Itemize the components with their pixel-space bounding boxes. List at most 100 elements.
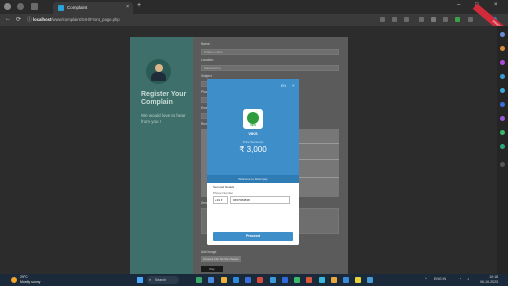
start-button[interactable]: [137, 277, 143, 283]
xampp-icon[interactable]: [331, 277, 337, 283]
excel-icon[interactable]: [294, 277, 300, 283]
add-icon[interactable]: [500, 162, 505, 167]
title-bar: Complaint × + – □ ×: [0, 0, 508, 14]
location-label: Location:: [201, 58, 214, 62]
merchant-logo: VIKS: [243, 109, 263, 129]
edge-sidebar: [497, 26, 508, 274]
drop-icon[interactable]: [500, 130, 505, 135]
tab-title: Complaint: [67, 5, 88, 10]
no-file-text: No file chosen: [219, 257, 239, 261]
welcome-strip: Welcome to Razorpay: [207, 175, 299, 183]
url-host: localhost: [33, 17, 52, 22]
url-input[interactable]: localhost/www/complaint/SIH/Front_page.p…: [33, 16, 373, 24]
favorites-icon[interactable]: [431, 17, 436, 22]
secured-details-label: Secured Details: [213, 185, 235, 189]
office-app-icon[interactable]: [257, 277, 263, 283]
file-label: Add Image: [201, 250, 217, 254]
back-icon[interactable]: ←: [5, 16, 11, 22]
minimize-button[interactable]: –: [457, 2, 460, 8]
mail-icon[interactable]: [270, 277, 276, 283]
split-screen-icon[interactable]: [419, 17, 424, 22]
shopping-icon[interactable]: [500, 46, 505, 51]
language-indicator[interactable]: ENG IN: [434, 277, 446, 281]
site-favicon: [58, 5, 64, 11]
tab-actions-icon[interactable]: [31, 3, 38, 10]
merchant-name: VIKS: [248, 131, 258, 136]
outlook-icon[interactable]: [500, 102, 505, 107]
welcome-text: We would love to hear from you !: [141, 113, 186, 124]
tab-complaint[interactable]: Complaint ×: [53, 2, 133, 14]
pay-button[interactable]: Pay: [201, 266, 223, 272]
volume-icon[interactable]: ◖: [467, 277, 469, 281]
name-field[interactable]: Pratik Londhe: [201, 49, 339, 55]
taskbar-search[interactable]: ⌕ Search: [147, 276, 179, 284]
avatar-head: [154, 64, 163, 72]
modal-body: Secured Details Phone Number +91 ▾ 96570…: [207, 183, 299, 245]
refresh-icon[interactable]: ⟳: [16, 16, 21, 23]
vscode-icon[interactable]: [319, 277, 325, 283]
phone-number-label: Phone Number: [213, 191, 234, 195]
country-code-select[interactable]: +91 ▾: [213, 196, 228, 204]
subject-label: Subject: [201, 74, 212, 78]
settings-icon[interactable]: [367, 277, 373, 283]
more-options-icon[interactable]: [468, 17, 473, 22]
task-view-icon[interactable]: [208, 277, 214, 283]
card-left-panel: Register Your Complain We would love to …: [130, 37, 193, 274]
search-icon[interactable]: [500, 32, 505, 37]
games-icon[interactable]: [500, 74, 505, 79]
proceed-button[interactable]: Proceed: [213, 232, 293, 241]
tab-close-button[interactable]: ×: [126, 4, 129, 10]
address-bar-row: ← ⟳ ⓘ localhost/www/complaint/SIH/Front_…: [0, 14, 508, 26]
start-tile: [140, 280, 143, 283]
store-icon[interactable]: [245, 277, 251, 283]
modal-header: EN × VIKS VIKS Price Summary ₹ 3,000: [207, 79, 299, 175]
language-selector[interactable]: EN: [281, 84, 286, 88]
payment-modal: EN × VIKS VIKS Price Summary ₹ 3,000 Wel…: [207, 79, 299, 245]
avatar-body: [151, 72, 166, 81]
choose-file-label: Choose File: [203, 257, 220, 261]
designer-icon[interactable]: [500, 116, 505, 121]
copilot-app-icon[interactable]: [196, 277, 202, 283]
phone-number-input[interactable]: 9657083838: [230, 196, 290, 204]
sticky-notes-icon[interactable]: [355, 277, 361, 283]
weather-widget[interactable]: 29°C Mostly sunny: [20, 275, 40, 284]
support-agent-icon: [146, 59, 171, 84]
profile-icon[interactable]: [4, 3, 11, 10]
read-aloud-icon[interactable]: [380, 17, 385, 22]
logo-text: VIKS: [250, 124, 256, 127]
modal-close-button[interactable]: ×: [292, 83, 295, 88]
tree-icon[interactable]: [500, 144, 505, 149]
taskbar: 29°C Mostly sunny ⌕ Search ^ ENG IN ◔ ◖ 10…: [0, 274, 508, 286]
weather-sun-icon[interactable]: [11, 277, 17, 283]
new-tab-button[interactable]: +: [137, 2, 141, 9]
clock[interactable]: 10:18 06-10-2023: [480, 275, 498, 284]
tools-icon[interactable]: [500, 60, 505, 65]
weather-desc: Mostly sunny: [20, 279, 41, 284]
search-placeholder: Search: [155, 278, 167, 282]
welcome-strip-text: Welcome to Razorpay: [238, 177, 268, 181]
search-icon: ⌕: [149, 277, 152, 282]
extension-icon[interactable]: [455, 17, 460, 22]
translate-icon[interactable]: [392, 17, 397, 22]
word-icon[interactable]: [282, 277, 288, 283]
register-heading: Register Your Complain: [141, 91, 187, 106]
choose-file-button[interactable]: Choose File No file chosen: [201, 256, 241, 262]
collections-icon[interactable]: [443, 17, 448, 22]
price-summary-label: Price Summary: [242, 140, 264, 144]
url-path: /www/complaint/SIH/Front_page.php: [51, 17, 120, 22]
wifi-icon[interactable]: ◔: [459, 277, 461, 281]
office-icon[interactable]: [500, 88, 505, 93]
info-icon[interactable]: ⓘ: [27, 16, 32, 23]
photos-icon[interactable]: [343, 277, 349, 283]
tray-chevron-icon[interactable]: ^: [425, 277, 427, 281]
file-explorer-icon[interactable]: [221, 277, 227, 283]
location-field[interactable]: Maharashtra: [201, 65, 339, 71]
favorite-star-icon[interactable]: [404, 17, 409, 22]
payment-amount: ₹ 3,000: [239, 145, 267, 154]
page-viewport: Register Your Complain We would love to …: [0, 26, 497, 274]
close-window-button[interactable]: ×: [494, 2, 498, 8]
edge-icon[interactable]: [233, 277, 239, 283]
workspaces-icon[interactable]: [17, 3, 24, 10]
logo-emblem-icon: [247, 112, 259, 124]
powerpoint-icon[interactable]: [306, 277, 312, 283]
